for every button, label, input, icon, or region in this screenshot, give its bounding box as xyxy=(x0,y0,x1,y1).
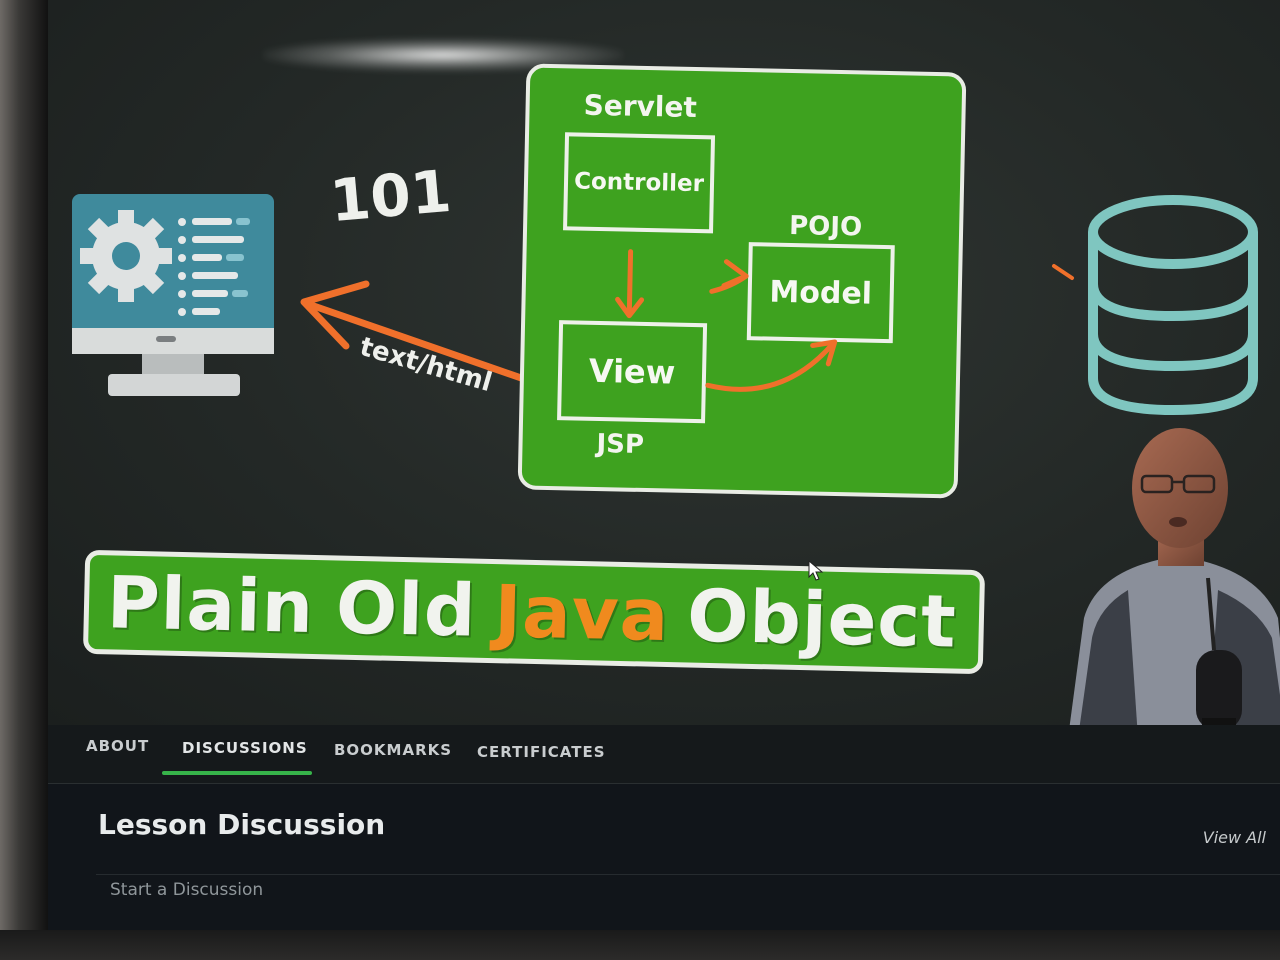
tab-about[interactable]: ABOUT xyxy=(86,737,149,755)
screen-bezel-left xyxy=(0,0,48,960)
arrow-to-client-icon xyxy=(300,280,554,392)
view-all-link[interactable]: View All xyxy=(1203,828,1266,847)
banner-word-object: Object xyxy=(686,573,958,664)
flow-arrows-icon xyxy=(615,249,838,392)
tab-certificates[interactable]: CERTIFICATES xyxy=(477,743,606,761)
lesson-discussion-title: Lesson Discussion xyxy=(98,808,386,841)
laptop-screen: 101 text/html Servlet Controller POJO Mo… xyxy=(0,0,1280,960)
tab-bookmarks[interactable]: BOOKMARKS xyxy=(334,741,452,759)
active-tab-indicator xyxy=(162,771,312,775)
lesson-tab-bar: ABOUT DISCUSSIONS BOOKMARKS CERTIFICATES xyxy=(48,725,1280,784)
video-player[interactable]: 101 text/html Servlet Controller POJO Mo… xyxy=(48,0,1280,725)
banner-word-java: Java xyxy=(493,569,671,658)
database-icon xyxy=(1088,195,1258,416)
lesson-discussion-panel: Lesson Discussion View All Start a Discu… xyxy=(48,784,1280,930)
pojo-title-banner: Plain Old Java Object xyxy=(82,549,986,675)
start-discussion-input[interactable]: Start a Discussion xyxy=(110,880,263,900)
mouse-cursor-icon xyxy=(808,560,824,581)
banner-word-plain: Plain xyxy=(106,560,315,649)
arrow-to-db-icon xyxy=(1052,264,1074,280)
section-divider xyxy=(96,874,1280,875)
banner-word-old: Old xyxy=(335,565,478,653)
servlet-container-box: Servlet Controller POJO Model View JSP xyxy=(517,63,967,499)
number-101-label: 101 xyxy=(327,156,454,236)
computer-monitor-icon xyxy=(72,194,274,396)
presenter-avatar xyxy=(1069,428,1280,725)
tab-discussions[interactable]: DISCUSSIONS xyxy=(182,739,308,757)
screen-bezel-bottom xyxy=(0,930,1280,960)
